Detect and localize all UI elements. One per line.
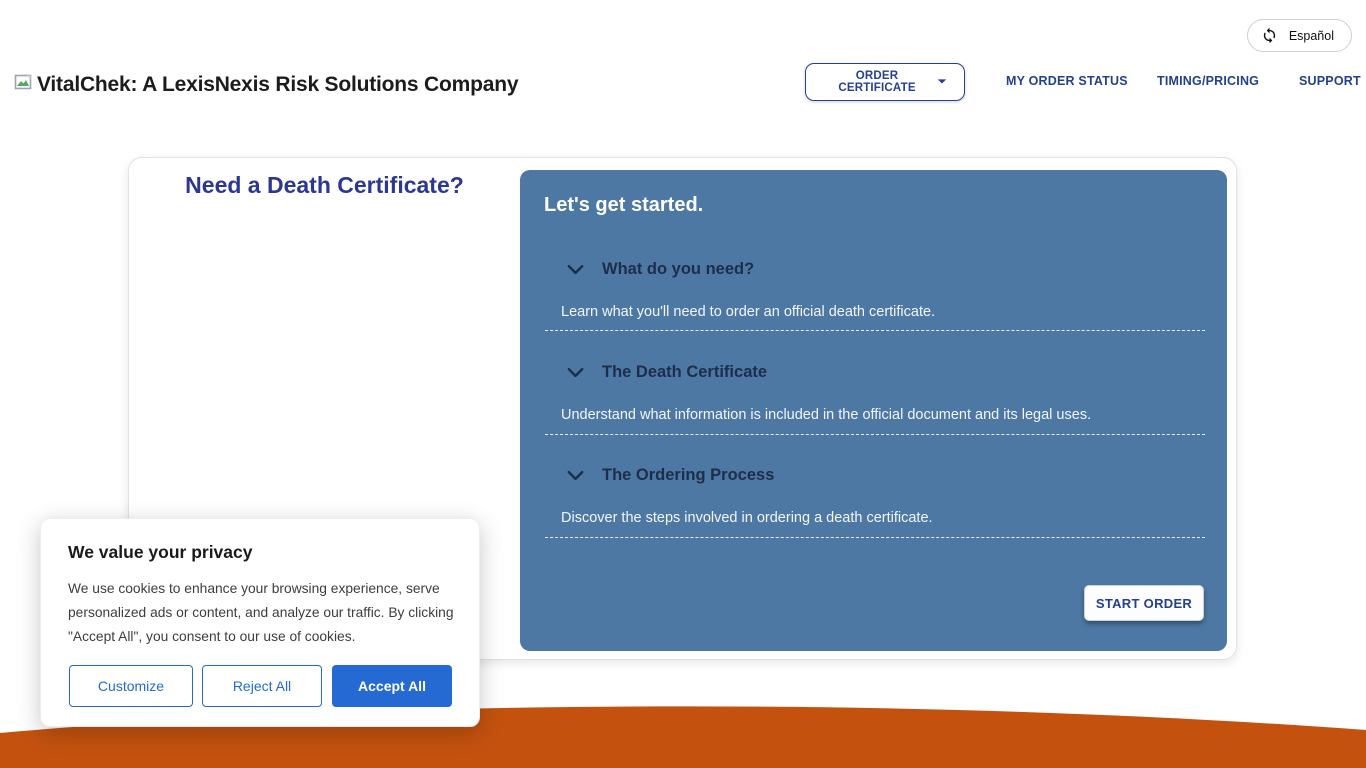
accordion-title: The Ordering Process: [602, 466, 774, 485]
cookie-consent-dialog: We value your privacy We use cookies to …: [40, 518, 480, 727]
accordion-description: Discover the steps involved in ordering …: [561, 510, 933, 526]
accordion-ordering-process[interactable]: The Ordering Process: [564, 464, 774, 487]
accordion-title: The Death Certificate: [602, 363, 767, 382]
cookie-dialog-title: We value your privacy: [68, 542, 253, 563]
cookie-dialog-body: We use cookies to enhance your browsing …: [68, 577, 460, 649]
logo-alt-text: VitalChek: A LexisNexis Risk Solutions C…: [37, 72, 518, 98]
language-label: Español: [1289, 29, 1334, 43]
refresh-icon: [1261, 27, 1278, 44]
chevron-down-icon: [932, 71, 952, 94]
nav-my-order-status[interactable]: MY ORDER STATUS: [1006, 74, 1128, 88]
accordion-what-do-you-need[interactable]: What do you need?: [564, 258, 754, 281]
accordion-description: Learn what you'll need to order an offic…: [561, 304, 935, 320]
accordion-death-certificate[interactable]: The Death Certificate: [564, 361, 767, 384]
nav-timing-pricing[interactable]: TIMING/PRICING: [1157, 74, 1259, 88]
dashed-divider: [545, 330, 1205, 331]
language-toggle-button[interactable]: Español: [1247, 19, 1352, 52]
chevron-down-icon: [564, 258, 587, 281]
dashed-divider: [545, 434, 1205, 435]
reject-all-button[interactable]: Reject All: [202, 665, 322, 707]
get-started-panel: Let's get started. What do you need? Lea…: [520, 170, 1227, 651]
customize-button[interactable]: Customize: [69, 665, 193, 707]
dashed-divider: [545, 537, 1205, 538]
vitalchek-logo[interactable]: VitalChek: A LexisNexis Risk Solutions C…: [14, 72, 518, 99]
accordion-description: Understand what information is included …: [561, 407, 1091, 423]
page-title: Need a Death Certificate?: [129, 172, 520, 199]
chevron-down-icon: [564, 361, 587, 384]
chevron-down-icon: [564, 464, 587, 487]
accordion-title: What do you need?: [602, 260, 754, 279]
panel-heading: Let's get started.: [544, 194, 703, 217]
nav-support[interactable]: SUPPORT: [1299, 74, 1361, 88]
order-certificate-dropdown[interactable]: ORDER CERTIFICATE: [805, 63, 965, 101]
broken-image-icon: [14, 72, 35, 99]
order-certificate-label: ORDER CERTIFICATE: [822, 70, 932, 94]
start-order-button[interactable]: START ORDER: [1084, 585, 1204, 621]
accept-all-button[interactable]: Accept All: [332, 665, 452, 707]
